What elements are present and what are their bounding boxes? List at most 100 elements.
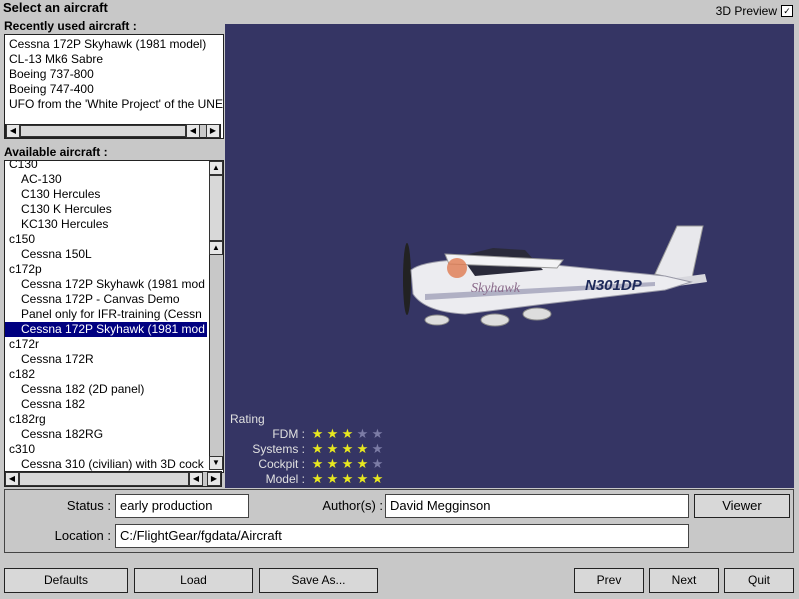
aircraft-group-header[interactable]: c182rg [5, 412, 207, 427]
list-item[interactable]: CL-13 Mk6 Sabre [5, 52, 223, 67]
rating-stars: ★ ★ ★ ★ ★ [310, 471, 385, 487]
star-icon: ★ [341, 470, 354, 486]
aircraft-group-header[interactable]: c150 [5, 232, 207, 247]
rating-row: Cockpit : ★ ★ ★ ★ ★ [230, 456, 400, 471]
star-icon: ★ [326, 425, 339, 441]
aircraft-list-item[interactable]: AC-130 [5, 172, 207, 187]
rating-stars: ★ ★ ★ ★ ★ [310, 426, 385, 442]
star-icon: ★ [371, 455, 384, 471]
aircraft-group-header[interactable]: C130 [5, 161, 207, 172]
author-field[interactable]: David Megginson [385, 494, 689, 518]
aircraft-list-item[interactable]: Cessna 182 [5, 397, 207, 412]
list-item[interactable]: Cessna 172P Skyhawk (1981 model) [5, 37, 223, 52]
aircraft-list-item[interactable]: Cessna 172P - Canvas Demo [5, 292, 207, 307]
rating-panel: FDM : ★ ★ ★ ★ ★ Systems : ★ ★ ★ ★ ★ Cockpit : ★ ★ ★ ★ ★ Mo… [230, 426, 400, 486]
scroll-thumb[interactable] [209, 175, 223, 241]
list-item[interactable]: UFO from the 'White Project' of the UNE [5, 97, 223, 112]
available-aircraft-label: Available aircraft : [4, 145, 108, 159]
star-icon: ★ [311, 455, 324, 471]
available-aircraft-list[interactable]: C130 AC-130 C130 Hercules C130 K Hercules KC… [4, 160, 224, 473]
location-label: Location : [54, 528, 111, 543]
star-icon: ★ [356, 470, 369, 486]
aircraft-list-item[interactable]: C130 K Hercules [5, 202, 207, 217]
rating-label: Systems : [252, 441, 305, 456]
aircraft-group-header[interactable]: c182 [5, 367, 207, 382]
aircraft-list-item[interactable]: KC130 Hercules [5, 217, 207, 232]
preview-checkbox[interactable]: ✓ [781, 5, 793, 17]
star-icon: ★ [326, 470, 339, 486]
star-icon: ★ [341, 425, 354, 441]
star-icon: ★ [371, 470, 384, 486]
star-icon: ★ [311, 440, 324, 456]
rating-row: FDM : ★ ★ ★ ★ ★ [230, 426, 400, 441]
scroll-up-icon[interactable]: ▲ [209, 161, 223, 175]
preview-toggle[interactable]: 3D Preview ✓ [716, 4, 793, 18]
scroll-up-icon[interactable]: ▲ [209, 241, 223, 255]
author-label: Author(s) : [322, 498, 383, 513]
rating-row: Systems : ★ ★ ★ ★ ★ [230, 441, 400, 456]
aircraft-group-header[interactable]: c310 [5, 442, 207, 457]
prev-button[interactable]: Prev [574, 568, 644, 593]
scroll-thumb[interactable] [20, 125, 186, 137]
aircraft-preview[interactable]: N301DP Skyhawk Rating FDM : ★ ★ ★ ★ ★ Systems … [225, 24, 794, 488]
scroll-left-icon[interactable]: ◀ [6, 124, 20, 138]
preview-toggle-label: 3D Preview [715, 4, 777, 18]
scroll-right-icon[interactable]: ▶ [207, 472, 221, 486]
scroll-left-icon[interactable]: ◀ [189, 472, 203, 486]
status-label: Status : [66, 498, 111, 513]
available-horizontal-scrollbar[interactable]: ◀ ◀ ▶ [4, 471, 222, 487]
star-icon: ★ [326, 440, 339, 456]
load-button[interactable]: Load [134, 568, 253, 593]
aircraft-list-item[interactable]: Cessna 172P Skyhawk (1981 mod [5, 322, 207, 337]
star-icon: ★ [371, 440, 384, 456]
list-item[interactable]: Boeing 747-400 [5, 82, 223, 97]
aircraft-list-item[interactable]: Panel only for IFR-training (Cessn [5, 307, 207, 322]
star-icon: ★ [356, 440, 369, 456]
next-button[interactable]: Next [649, 568, 719, 593]
star-icon: ★ [356, 425, 369, 441]
rating-label: Cockpit : [258, 456, 305, 471]
viewer-button[interactable]: Viewer [694, 494, 790, 518]
aircraft-list-item[interactable]: Cessna 172R [5, 352, 207, 367]
aircraft-list-item[interactable]: C130 Hercules [5, 187, 207, 202]
star-icon: ★ [326, 455, 339, 471]
recent-horizontal-scrollbar[interactable]: ◀ ◀ ▶ [5, 124, 221, 138]
rating-stars: ★ ★ ★ ★ ★ [310, 441, 385, 457]
aircraft-list-item[interactable]: Cessna 150L [5, 247, 207, 262]
location-field[interactable]: C:/FlightGear/fgdata/Aircraft [115, 524, 689, 548]
rating-row: Model : ★ ★ ★ ★ ★ [230, 471, 400, 486]
defaults-button[interactable]: Defaults [4, 568, 128, 593]
scroll-left-icon[interactable]: ◀ [5, 472, 19, 486]
save-as-button[interactable]: Save As... [259, 568, 378, 593]
recent-aircraft-list[interactable]: Cessna 172P Skyhawk (1981 model) CL-13 Mk… [4, 34, 224, 139]
star-icon: ★ [341, 455, 354, 471]
rating-label: Model : [265, 471, 305, 486]
aircraft-model-image: N301DP Skyhawk [403, 225, 707, 327]
propeller-icon [403, 243, 411, 315]
star-icon: ★ [341, 440, 354, 456]
aircraft-group-header[interactable]: c172r [5, 337, 207, 352]
scroll-left-icon[interactable]: ◀ [186, 124, 200, 138]
star-icon: ★ [311, 425, 324, 441]
aircraft-list-item[interactable]: Cessna 172P Skyhawk (1981 mod [5, 277, 207, 292]
aircraft-list-item[interactable]: Cessna 182RG [5, 427, 207, 442]
status-field[interactable]: early production [115, 494, 249, 518]
scroll-right-icon[interactable]: ▶ [206, 124, 220, 138]
scroll-down-icon[interactable]: ▼ [209, 456, 223, 470]
window-title: Select an aircraft [3, 0, 108, 15]
scroll-thumb[interactable] [19, 472, 189, 486]
rating-stars: ★ ★ ★ ★ ★ [310, 456, 385, 472]
available-vertical-scrollbar[interactable]: ▲ ▲ ▼ [209, 161, 223, 470]
aircraft-group-header[interactable]: c172p [5, 262, 207, 277]
details-panel: Status : early production Author(s) : Da… [4, 489, 794, 553]
aircraft-list-item[interactable]: Cessna 182 (2D panel) [5, 382, 207, 397]
rating-label: FDM : [272, 426, 305, 441]
star-icon: ★ [356, 455, 369, 471]
brand-marking: Skyhawk [471, 281, 521, 296]
star-icon: ★ [311, 470, 324, 486]
rating-heading: Rating [230, 412, 265, 426]
quit-button[interactable]: Quit [724, 568, 794, 593]
aircraft-list-item[interactable]: Cessna 310 (civilian) with 3D cock [5, 457, 207, 472]
list-item[interactable]: Boeing 737-800 [5, 67, 223, 82]
registration-marking: N301DP [585, 277, 643, 294]
